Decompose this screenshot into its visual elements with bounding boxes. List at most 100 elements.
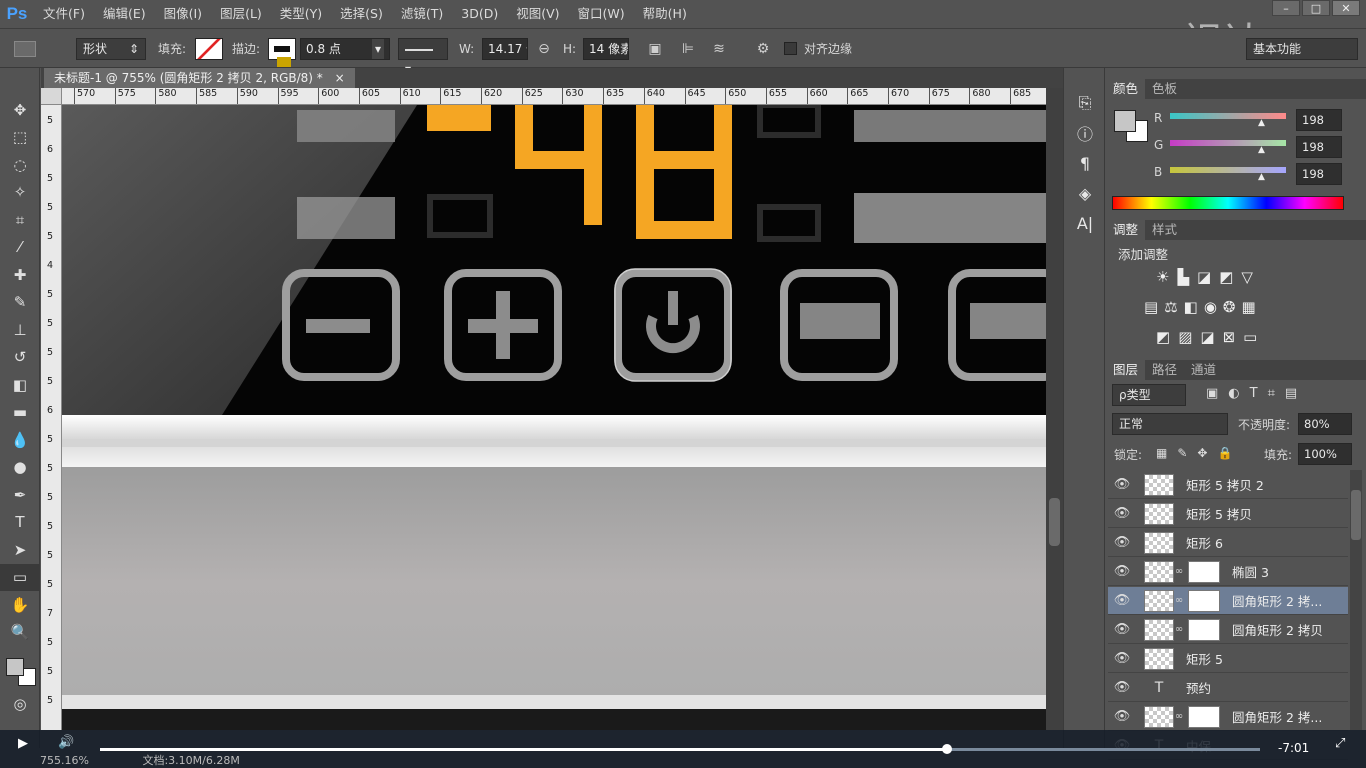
layer-row[interactable]: 👁 矩形 5 拷贝 2 bbox=[1108, 471, 1348, 499]
play-icon[interactable]: ▶ bbox=[18, 736, 28, 751]
slider-thumb-icon[interactable]: ▲ bbox=[1258, 145, 1265, 155]
visibility-eye-icon[interactable]: 👁 bbox=[1108, 593, 1136, 608]
curves-icon[interactable]: ◪ bbox=[1197, 268, 1211, 286]
stamp-tool-icon[interactable]: ⊥ bbox=[0, 316, 40, 344]
path-arrangement-icon[interactable]: ≋ bbox=[708, 38, 730, 60]
visibility-eye-icon[interactable]: 👁 bbox=[1108, 564, 1136, 579]
menu-window[interactable]: 窗口(W) bbox=[569, 0, 634, 28]
rectangle-tool-icon[interactable]: ▭ bbox=[0, 563, 40, 591]
tab-channels[interactable]: 通道 bbox=[1184, 360, 1223, 380]
3d-panel-icon[interactable]: ◈ bbox=[1064, 178, 1106, 208]
layer-mask-thumbnail[interactable] bbox=[1188, 618, 1220, 641]
character-panel-icon[interactable]: A| bbox=[1064, 208, 1106, 238]
quick-mask-icon[interactable]: ◎ bbox=[0, 690, 40, 718]
dodge-tool-icon[interactable]: ● bbox=[0, 454, 40, 482]
visibility-eye-icon[interactable]: 👁 bbox=[1108, 709, 1136, 724]
ruler-origin[interactable] bbox=[41, 88, 62, 105]
vibrance-icon[interactable]: ▽ bbox=[1241, 268, 1253, 286]
layer-mask-thumbnail[interactable] bbox=[1188, 705, 1220, 728]
width-input[interactable]: 14.17 像 bbox=[482, 38, 528, 60]
layer-row[interactable]: 👁 T 预约 bbox=[1108, 674, 1348, 702]
layer-filter-select[interactable]: ρ类型 bbox=[1112, 384, 1186, 406]
close-button[interactable]: ✕ bbox=[1332, 0, 1360, 16]
healing-brush-tool-icon[interactable]: ✚ bbox=[0, 261, 40, 289]
close-tab-icon[interactable]: × bbox=[335, 71, 345, 85]
menu-image[interactable]: 图像(I) bbox=[155, 0, 211, 28]
link-icon[interactable]: ⊖ bbox=[533, 38, 555, 60]
red-value[interactable]: 198 bbox=[1296, 109, 1342, 131]
smart-object-filter-icon[interactable]: ▤ bbox=[1285, 386, 1297, 401]
pen-tool-icon[interactable]: ✒ bbox=[0, 481, 40, 509]
workspace-select[interactable]: 基本功能 bbox=[1246, 38, 1358, 60]
color-swatches[interactable] bbox=[0, 646, 39, 690]
paragraph-panel-icon[interactable]: ¶ bbox=[1064, 148, 1106, 178]
visibility-eye-icon[interactable]: 👁 bbox=[1108, 477, 1136, 492]
invert-icon[interactable]: ◩ bbox=[1156, 328, 1170, 346]
menu-3d[interactable]: 3D(D) bbox=[452, 0, 507, 28]
layer-thumbnail[interactable] bbox=[1144, 502, 1174, 525]
layer-row[interactable]: 👁 矩形 5 bbox=[1108, 645, 1348, 673]
shape-mode-select[interactable]: 形状 ⇕ bbox=[76, 38, 146, 60]
lock-all-icon[interactable]: 🔒 bbox=[1217, 446, 1232, 460]
color-spectrum-bar[interactable] bbox=[1112, 196, 1344, 210]
layer-thumbnail[interactable] bbox=[1144, 531, 1174, 554]
lasso-tool-icon[interactable]: ◌ bbox=[0, 151, 40, 179]
tab-styles[interactable]: 样式 bbox=[1145, 220, 1184, 240]
eyedropper-tool-icon[interactable]: ⁄ bbox=[0, 234, 40, 262]
blend-mode-select[interactable]: 正常 bbox=[1112, 413, 1228, 435]
blur-tool-icon[interactable]: 💧 bbox=[0, 426, 40, 454]
marquee-tool-icon[interactable]: ⬚ bbox=[0, 124, 40, 152]
layer-thumbnail[interactable] bbox=[1144, 560, 1174, 583]
tab-adjustments[interactable]: 调整 bbox=[1106, 220, 1146, 240]
red-slider[interactable] bbox=[1170, 113, 1286, 119]
layer-thumbnail[interactable] bbox=[1144, 647, 1174, 670]
pixel-filter-icon[interactable]: ▣ bbox=[1206, 386, 1218, 401]
progress-knob[interactable] bbox=[941, 744, 952, 754]
canvas-scrollbar-vertical[interactable] bbox=[1046, 88, 1063, 730]
green-value[interactable]: 198 bbox=[1296, 136, 1342, 158]
menu-filter[interactable]: 滤镜(T) bbox=[392, 0, 452, 28]
maximize-button[interactable]: □ bbox=[1302, 0, 1330, 16]
menu-select[interactable]: 选择(S) bbox=[331, 0, 392, 28]
fill-input[interactable]: 100% bbox=[1298, 443, 1352, 465]
document-canvas[interactable] bbox=[62, 105, 1046, 730]
visibility-eye-icon[interactable]: 👁 bbox=[1108, 622, 1136, 637]
magic-wand-tool-icon[interactable]: ✧ bbox=[0, 179, 40, 207]
path-operations-icon[interactable]: ▣ bbox=[644, 38, 666, 60]
minimize-button[interactable]: – bbox=[1272, 0, 1300, 16]
layers-scrollbar[interactable] bbox=[1350, 470, 1362, 730]
history-brush-tool-icon[interactable]: ↺ bbox=[0, 344, 40, 372]
scroll-thumb[interactable] bbox=[1049, 498, 1060, 546]
lock-transparency-icon[interactable]: ▦ bbox=[1156, 446, 1167, 460]
layer-row[interactable]: 👁 ∞ 圆角矩形 2 拷... bbox=[1108, 587, 1348, 615]
height-input[interactable]: 14 像素 bbox=[583, 38, 629, 60]
stroke-type-select[interactable]: ▾ bbox=[398, 38, 448, 76]
photo-filter-icon[interactable]: ◉ bbox=[1204, 298, 1217, 316]
shape-filter-icon[interactable]: ⌗ bbox=[1268, 386, 1275, 401]
hand-tool-icon[interactable]: ✋ bbox=[0, 591, 40, 619]
menu-type[interactable]: 类型(Y) bbox=[271, 0, 331, 28]
visibility-eye-icon[interactable]: 👁 bbox=[1108, 535, 1136, 550]
layer-mask-thumbnail[interactable] bbox=[1188, 560, 1220, 583]
brush-tool-icon[interactable]: ✎ bbox=[0, 289, 40, 317]
gear-icon[interactable]: ⚙ bbox=[752, 38, 774, 60]
mask-link-icon[interactable]: ∞ bbox=[1174, 566, 1184, 577]
align-edges-checkbox[interactable] bbox=[784, 42, 797, 55]
slider-thumb-icon[interactable]: ▲ bbox=[1258, 118, 1265, 128]
lock-pixels-icon[interactable]: ✎ bbox=[1177, 446, 1187, 460]
path-alignment-icon[interactable]: ⊫ bbox=[677, 38, 699, 60]
mask-link-icon[interactable]: ∞ bbox=[1174, 624, 1184, 635]
levels-icon[interactable]: ▙ bbox=[1177, 268, 1189, 286]
menu-help[interactable]: 帮助(H) bbox=[634, 0, 696, 28]
layer-row[interactable]: 👁 ∞ 椭圆 3 bbox=[1108, 558, 1348, 586]
stroke-width-input[interactable]: 0.8 点 ▾ bbox=[300, 38, 390, 60]
layer-row[interactable]: 👁 ∞ 圆角矩形 2 拷... bbox=[1108, 703, 1348, 731]
opacity-input[interactable]: 80% bbox=[1298, 413, 1352, 435]
tab-paths[interactable]: 路径 bbox=[1145, 360, 1184, 380]
layer-thumbnail[interactable] bbox=[1144, 705, 1174, 728]
path-selection-tool-icon[interactable]: ➤ bbox=[0, 536, 40, 564]
tab-layers[interactable]: 图层 bbox=[1106, 360, 1146, 380]
layer-thumbnail[interactable] bbox=[1144, 473, 1174, 496]
layer-thumbnail[interactable] bbox=[1144, 618, 1174, 641]
layer-mask-thumbnail[interactable] bbox=[1188, 589, 1220, 612]
